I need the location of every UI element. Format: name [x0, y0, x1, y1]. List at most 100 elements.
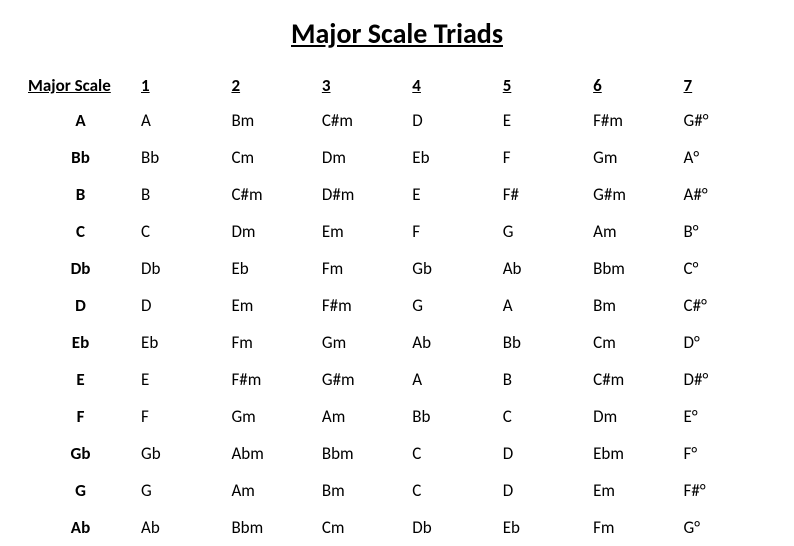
- triad-cell: Am: [589, 213, 679, 250]
- table-row: AABmC#mDEF#mG#°: [24, 102, 770, 139]
- scale-name-cell: E: [24, 361, 137, 398]
- triad-cell: Gb: [137, 435, 227, 472]
- triad-cell: Fm: [227, 324, 317, 361]
- scale-name-cell: F: [24, 398, 137, 435]
- triad-cell: Bbm: [227, 509, 317, 546]
- triad-cell: C#m: [227, 176, 317, 213]
- triad-cell: D: [499, 472, 589, 509]
- triad-cell: Dm: [227, 213, 317, 250]
- triad-cell: C: [499, 398, 589, 435]
- triad-cell: Bb: [137, 139, 227, 176]
- triad-cell: B: [499, 361, 589, 398]
- triad-cell: A°: [680, 139, 770, 176]
- header-degree-5: 5: [499, 69, 589, 102]
- triad-cell: C: [408, 472, 498, 509]
- header-degree-4: 4: [408, 69, 498, 102]
- triad-cell: Cm: [227, 139, 317, 176]
- triad-cell: Abm: [227, 435, 317, 472]
- triad-cell: D: [408, 102, 498, 139]
- table-row: EbEbFmGmAbBbCmD°: [24, 324, 770, 361]
- triad-cell: Db: [137, 250, 227, 287]
- triad-cell: Gm: [589, 139, 679, 176]
- scale-name-cell: B: [24, 176, 137, 213]
- triad-cell: D: [137, 287, 227, 324]
- triad-cell: Eb: [227, 250, 317, 287]
- triad-cell: Em: [318, 213, 408, 250]
- table-row: DbDbEbFmGbAbBbmC°: [24, 250, 770, 287]
- triad-cell: E: [408, 176, 498, 213]
- triad-cell: Cm: [318, 509, 408, 546]
- triad-cell: F: [408, 213, 498, 250]
- triad-cell: A: [137, 102, 227, 139]
- scale-name-cell: A: [24, 102, 137, 139]
- table-body: AABmC#mDEF#mG#°BbBbCmDmEbFGmA°BBC#mD#mEF…: [24, 102, 770, 546]
- header-degree-2: 2: [227, 69, 317, 102]
- table-row: FFGmAmBbCDmE°: [24, 398, 770, 435]
- triad-cell: C: [137, 213, 227, 250]
- scale-name-cell: C: [24, 213, 137, 250]
- triad-cell: Am: [318, 398, 408, 435]
- triad-cell: Bb: [408, 398, 498, 435]
- triad-cell: A: [408, 361, 498, 398]
- scale-name-cell: Bb: [24, 139, 137, 176]
- triad-cell: D#°: [680, 361, 770, 398]
- triad-cell: Eb: [499, 509, 589, 546]
- triad-cell: E°: [680, 398, 770, 435]
- triad-cell: F#m: [589, 102, 679, 139]
- triad-cell: Bb: [499, 324, 589, 361]
- triad-cell: Em: [589, 472, 679, 509]
- triad-cell: G: [137, 472, 227, 509]
- triad-cell: G°: [680, 509, 770, 546]
- triad-cell: Bm: [589, 287, 679, 324]
- triad-cell: B°: [680, 213, 770, 250]
- header-degree-7: 7: [680, 69, 770, 102]
- triad-cell: Em: [227, 287, 317, 324]
- triad-cell: Bbm: [318, 435, 408, 472]
- triad-cell: F#: [499, 176, 589, 213]
- header-degree-1: 1: [137, 69, 227, 102]
- table-row: GbGbAbmBbmCDEbmF°: [24, 435, 770, 472]
- triad-cell: Eb: [408, 139, 498, 176]
- scale-name-cell: Db: [24, 250, 137, 287]
- triad-table: Major Scale 1 2 3 4 5 6 7 AABmC#mDEF#mG#…: [24, 69, 770, 546]
- table-row: BbBbCmDmEbFGmA°: [24, 139, 770, 176]
- table-row: GGAmBmCDEmF#°: [24, 472, 770, 509]
- triad-cell: C°: [680, 250, 770, 287]
- triad-cell: Gm: [227, 398, 317, 435]
- triad-cell: G#m: [589, 176, 679, 213]
- table-row: DDEmF#mGABmC#°: [24, 287, 770, 324]
- triad-cell: Eb: [137, 324, 227, 361]
- triad-cell: Cm: [589, 324, 679, 361]
- triad-cell: Fm: [318, 250, 408, 287]
- triad-cell: C#°: [680, 287, 770, 324]
- triad-cell: C#m: [589, 361, 679, 398]
- triad-cell: F: [137, 398, 227, 435]
- triad-cell: F#m: [227, 361, 317, 398]
- triad-cell: Ebm: [589, 435, 679, 472]
- triad-cell: A#°: [680, 176, 770, 213]
- table-row: BBC#mD#mEF#G#mA#°: [24, 176, 770, 213]
- triad-cell: F#m: [318, 287, 408, 324]
- triad-cell: G#°: [680, 102, 770, 139]
- triad-cell: A: [499, 287, 589, 324]
- triad-cell: Ab: [408, 324, 498, 361]
- triad-cell: D#m: [318, 176, 408, 213]
- header-degree-6: 6: [589, 69, 679, 102]
- triad-cell: G: [499, 213, 589, 250]
- triad-cell: E: [499, 102, 589, 139]
- triad-cell: G: [408, 287, 498, 324]
- scale-name-cell: D: [24, 287, 137, 324]
- scale-name-cell: G: [24, 472, 137, 509]
- scale-name-cell: Gb: [24, 435, 137, 472]
- table-row: CCDmEmFGAmB°: [24, 213, 770, 250]
- triad-cell: Ab: [137, 509, 227, 546]
- triad-cell: Gm: [318, 324, 408, 361]
- triad-cell: Bm: [318, 472, 408, 509]
- triad-cell: C#m: [318, 102, 408, 139]
- page-title: Major Scale Triads: [24, 16, 770, 51]
- triad-cell: G#m: [318, 361, 408, 398]
- triad-cell: Am: [227, 472, 317, 509]
- triad-cell: F: [499, 139, 589, 176]
- header-scale: Major Scale: [24, 69, 137, 102]
- scale-name-cell: Eb: [24, 324, 137, 361]
